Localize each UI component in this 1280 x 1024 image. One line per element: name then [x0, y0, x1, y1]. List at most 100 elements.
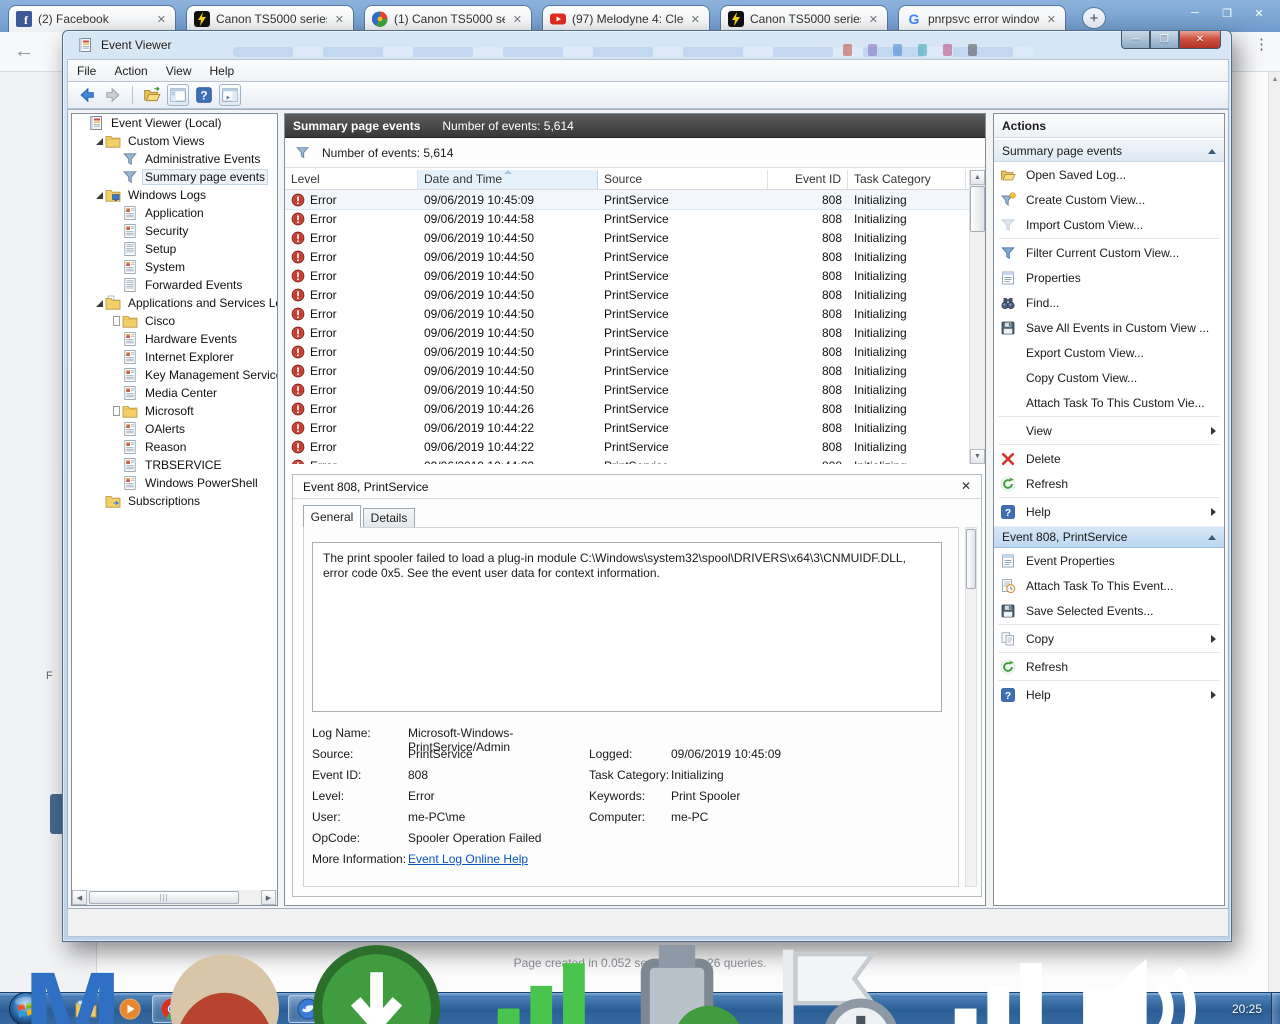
browser-menu-icon[interactable]: ⋮	[1254, 42, 1264, 48]
scrollbar-thumb[interactable]	[966, 529, 976, 589]
event-row[interactable]: Error09/06/2019 10:44:50PrintService808I…	[285, 228, 969, 247]
tree-item-windows-powershell[interactable]: Windows PowerShell	[72, 474, 277, 492]
action-export-custom-view[interactable]: Export Custom View...	[994, 340, 1224, 365]
column-header-date-and-time[interactable]: Date and Time	[418, 170, 598, 189]
detail-scrollbar[interactable]	[965, 527, 977, 887]
collapse-arrow-icon[interactable]	[1208, 149, 1216, 154]
scroll-up-icon[interactable]: ▲	[1270, 74, 1280, 86]
action-find[interactable]: Find...	[994, 290, 1224, 315]
event-row[interactable]: Error09/06/2019 10:44:50PrintService808I…	[285, 380, 969, 399]
tree-item-custom-views[interactable]: Custom Views	[72, 132, 277, 150]
action-properties[interactable]: Properties	[994, 265, 1224, 290]
help-button[interactable]: ?	[193, 84, 215, 106]
event-row[interactable]: Error09/06/2019 10:44:22PrintService808I…	[285, 456, 969, 464]
tray-shell[interactable]	[152, 936, 297, 1024]
event-row[interactable]: Error09/06/2019 10:44:26PrintService808I…	[285, 399, 969, 418]
action-filter-current-custom-view[interactable]: Filter Current Custom View...	[994, 240, 1224, 265]
browser-minimize-button[interactable]: ─	[1180, 4, 1210, 22]
action-group-event-808-printservice[interactable]: Event 808, PrintService	[994, 526, 1224, 548]
tray-volume[interactable]	[1065, 936, 1210, 1024]
action-import-custom-view[interactable]: Import Custom View...	[994, 212, 1224, 237]
event-row[interactable]: Error09/06/2019 10:45:09PrintService808I…	[285, 190, 969, 209]
tray-malwarebytes[interactable]: M	[0, 936, 145, 1024]
tree-item-summary-page-events[interactable]: Summary page events	[72, 168, 277, 186]
column-header-task-category[interactable]: Task Category	[848, 170, 966, 189]
tab-close-icon[interactable]: ✕	[867, 13, 880, 26]
scroll-up-icon[interactable]: ▲	[970, 170, 985, 185]
browser-tab-pnrpsvc-error-window[interactable]: Gpnrpsvc error window✕	[898, 5, 1066, 32]
scroll-right-icon[interactable]: ▶	[261, 890, 276, 905]
action-help[interactable]: ?Help	[994, 682, 1224, 707]
tree-item-cisco[interactable]: Cisco	[72, 312, 277, 330]
action-view[interactable]: View	[994, 418, 1224, 443]
menu-help[interactable]: Help	[201, 62, 244, 80]
expanded-arrow-icon[interactable]	[93, 192, 105, 199]
column-header-event-id[interactable]: Event ID	[768, 170, 848, 189]
tree-item-oalerts[interactable]: OAlerts	[72, 420, 277, 438]
event-row[interactable]: Error09/06/2019 10:44:58PrintService808I…	[285, 209, 969, 228]
event-row[interactable]: Error09/06/2019 10:44:50PrintService808I…	[285, 361, 969, 380]
action-copy-custom-view[interactable]: Copy Custom View...	[994, 365, 1224, 390]
new-tab-button[interactable]: +	[1082, 7, 1106, 29]
tree-item-administrative-events[interactable]: Administrative Events	[72, 150, 277, 168]
show-desktop-button[interactable]	[1271, 993, 1280, 1024]
preview-pane-button[interactable]	[219, 84, 241, 106]
tree-item-windows-logs[interactable]: Windows Logs	[72, 186, 277, 204]
action-copy[interactable]: Copy	[994, 626, 1224, 651]
action-save-selected-events[interactable]: Save Selected Events...	[994, 598, 1224, 623]
action-delete[interactable]: Delete	[994, 446, 1224, 471]
event-row[interactable]: Error09/06/2019 10:44:50PrintService808I…	[285, 285, 969, 304]
action-create-custom-view[interactable]: Create Custom View...	[994, 187, 1224, 212]
maximize-button[interactable]: ❐	[1150, 31, 1179, 49]
tree-item-subscriptions[interactable]: Subscriptions	[72, 492, 277, 510]
browser-tab-97-melodyne-4-clea[interactable]: (97) Melodyne 4: Clea✕	[542, 5, 710, 32]
tree-item-setup[interactable]: Setup	[72, 240, 277, 258]
tab-close-icon[interactable]: ✕	[1045, 13, 1058, 26]
event-row[interactable]: Error09/06/2019 10:44:50PrintService808I…	[285, 247, 969, 266]
browser-maximize-button[interactable]: ❐	[1212, 4, 1242, 22]
event-row[interactable]: Error09/06/2019 10:44:50PrintService808I…	[285, 323, 969, 342]
browser-tab-2-facebook[interactable]: f(2) Facebook✕	[8, 5, 176, 32]
tray-signal-white[interactable]	[913, 936, 1058, 1024]
collapse-arrow-icon[interactable]	[1208, 535, 1216, 540]
tray-action-center-flag[interactable]	[761, 936, 906, 1024]
tree-item-hardware-events[interactable]: Hardware Events	[72, 330, 277, 348]
action-refresh[interactable]: Refresh	[994, 471, 1224, 496]
tree-item-key-management-service[interactable]: Key Management Service	[72, 366, 277, 384]
action-refresh[interactable]: Refresh	[994, 654, 1224, 679]
menu-action[interactable]: Action	[105, 62, 156, 80]
tab-general[interactable]: General	[303, 505, 361, 528]
collapsed-arrow-icon[interactable]	[110, 407, 122, 415]
forward-button[interactable]	[102, 84, 124, 106]
action-open-saved-log[interactable]: Open Saved Log...	[994, 162, 1224, 187]
action-event-properties[interactable]: Event Properties	[994, 548, 1224, 573]
tree-item-media-center[interactable]: Media Center	[72, 384, 277, 402]
tree-item-event-viewer-local[interactable]: Event Viewer (Local)	[72, 114, 277, 132]
event-row[interactable]: Error09/06/2019 10:44:50PrintService808I…	[285, 342, 969, 361]
expanded-arrow-icon[interactable]	[93, 138, 105, 145]
export-log-button[interactable]	[141, 84, 163, 106]
tray-idm[interactable]	[304, 936, 449, 1024]
event-row[interactable]: Error09/06/2019 10:44:22PrintService808I…	[285, 418, 969, 437]
collapsed-arrow-icon[interactable]	[110, 317, 122, 325]
action-attach-task-to-this-custom-vie[interactable]: Attach Task To This Custom Vie...	[994, 390, 1224, 415]
detail-close-icon[interactable]: ✕	[961, 479, 971, 493]
tree-item-forwarded-events[interactable]: Forwarded Events	[72, 276, 277, 294]
title-bar[interactable]: Event Viewer	[63, 31, 1231, 59]
column-header-source[interactable]: Source	[598, 170, 768, 189]
back-button[interactable]	[76, 84, 98, 106]
scrollbar-thumb[interactable]: |||	[89, 891, 239, 904]
tab-close-icon[interactable]: ✕	[511, 13, 524, 26]
browser-tab-canon-ts5000-series[interactable]: Canon TS5000 series✕	[186, 5, 354, 32]
action-save-all-events-in-custom-view[interactable]: Save All Events in Custom View ...	[994, 315, 1224, 340]
column-header-level[interactable]: Level	[285, 170, 418, 189]
scrollbar-thumb[interactable]	[970, 186, 985, 232]
tree-horizontal-scrollbar[interactable]: ◀ ||| ▶	[72, 890, 277, 905]
browser-back-icon[interactable]: ←	[14, 40, 34, 63]
tree-item-microsoft[interactable]: Microsoft	[72, 402, 277, 420]
menu-view[interactable]: View	[157, 62, 201, 80]
event-description[interactable]: The print spooler failed to load a plug-…	[312, 542, 942, 712]
event-row[interactable]: Error09/06/2019 10:44:50PrintService808I…	[285, 266, 969, 285]
event-list-scrollbar[interactable]: ▲ ▼	[969, 170, 985, 464]
tree-item-applications-and-services-logs[interactable]: Applications and Services Logs	[72, 294, 277, 312]
